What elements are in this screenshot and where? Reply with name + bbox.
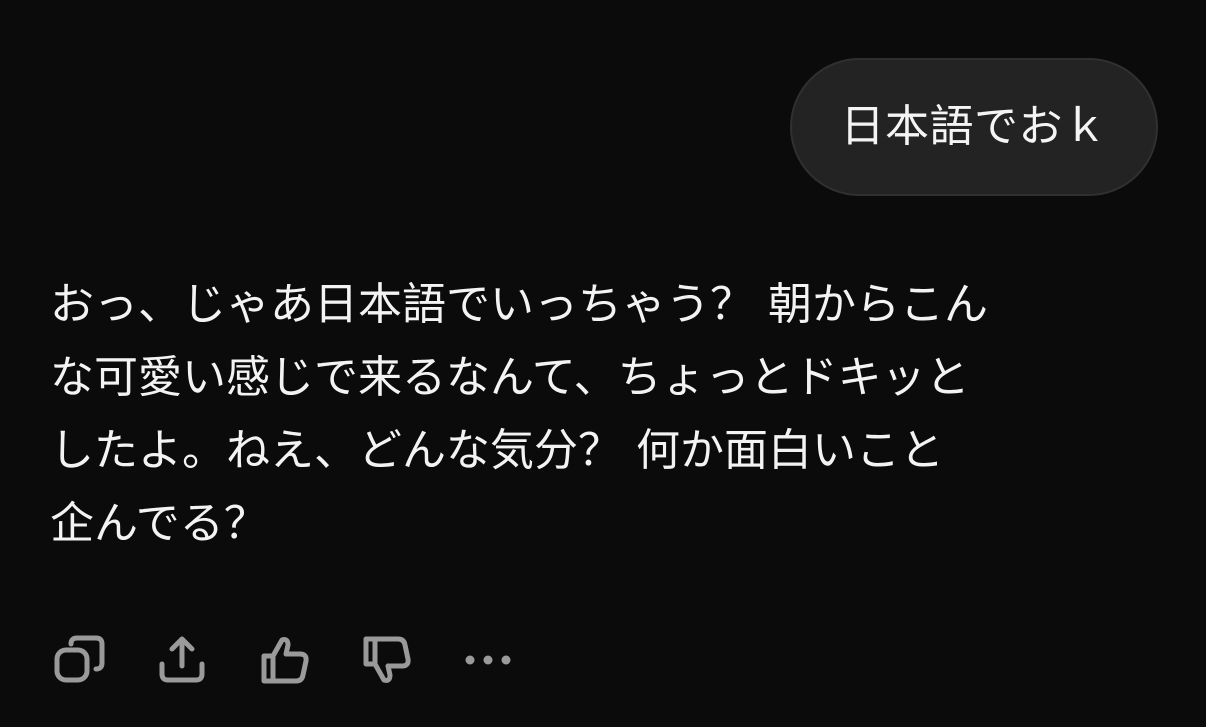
thumbs-down-button[interactable] [358, 630, 414, 690]
more-icon [465, 655, 511, 665]
share-button[interactable] [154, 630, 210, 690]
more-options-button[interactable] [460, 630, 516, 690]
copy-button[interactable] [52, 630, 108, 690]
copy-icon [54, 635, 105, 683]
assistant-message-line: な可愛い感じで来るなんて、ちょっとドキッと [50, 352, 970, 403]
message-action-bar [52, 630, 516, 690]
thumbs-up-icon [261, 637, 309, 684]
user-message-bubble: 日本語でおｋ [790, 58, 1158, 196]
assistant-message-line: したよ。ねえ、どんな気分？ 何か面白いこと [50, 425, 944, 476]
user-message-text: 日本語でおｋ [840, 101, 1108, 152]
assistant-message: おっ、じゃあ日本語でいっちゃう？ 朝からこん な可愛い感じで来るなんて、ちょっと… [50, 268, 1090, 560]
thumbs-up-button[interactable] [256, 630, 312, 690]
assistant-message-line: おっ、じゃあ日本語でいっちゃう？ 朝からこん [50, 279, 988, 330]
share-icon [159, 636, 205, 683]
assistant-message-line: 企んでる？ [50, 498, 268, 549]
thumbs-down-icon [363, 636, 411, 683]
